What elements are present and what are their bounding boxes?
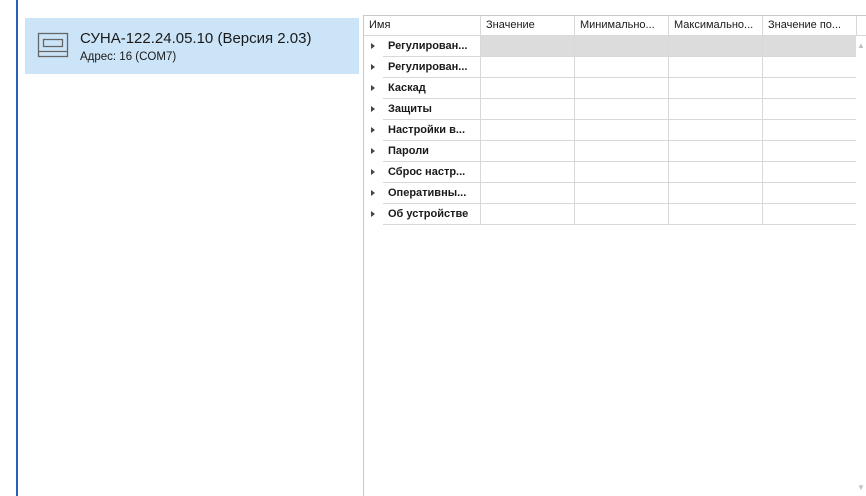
table-row[interactable]: Об устройстве	[364, 204, 866, 225]
row-max	[669, 204, 763, 225]
row-name: Оперативны...	[383, 183, 481, 204]
row-max	[669, 162, 763, 183]
table-row[interactable]: Каскад	[364, 78, 866, 99]
column-header-default[interactable]: Значение по...	[763, 16, 857, 35]
grid-header: Имя Значение Минимально... Максимально..…	[364, 16, 866, 36]
row-value[interactable]	[481, 36, 575, 57]
column-header-min[interactable]: Минимально...	[575, 16, 669, 35]
row-default	[763, 204, 857, 225]
expand-arrow-icon[interactable]	[364, 162, 383, 183]
row-name: Пароли	[383, 141, 481, 162]
row-min	[575, 141, 669, 162]
row-default	[763, 78, 857, 99]
expand-arrow-icon[interactable]	[364, 183, 383, 204]
table-row[interactable]: Регулирован...	[364, 57, 866, 78]
expand-arrow-icon[interactable]	[364, 78, 383, 99]
row-min	[575, 99, 669, 120]
row-name: Об устройстве	[383, 204, 481, 225]
row-name: Защиты	[383, 99, 481, 120]
row-max	[669, 141, 763, 162]
table-row[interactable]: Оперативны...	[364, 183, 866, 204]
row-max	[669, 78, 763, 99]
expand-arrow-icon[interactable]	[364, 99, 383, 120]
row-name: Каскад	[383, 78, 481, 99]
row-min	[575, 204, 669, 225]
app-window: СУНА-122.24.05.10 (Версия 2.03) Адрес: 1…	[0, 0, 866, 496]
device-icon	[37, 29, 69, 61]
table-row[interactable]: Настройки в...	[364, 120, 866, 141]
scroll-down-icon[interactable]: ▼	[857, 484, 865, 492]
expand-arrow-icon[interactable]	[364, 57, 383, 78]
row-min	[575, 36, 669, 57]
table-row[interactable]: Пароли	[364, 141, 866, 162]
row-value[interactable]	[481, 120, 575, 141]
row-max	[669, 36, 763, 57]
device-list-item[interactable]: СУНА-122.24.05.10 (Версия 2.03) Адрес: 1…	[25, 18, 359, 74]
row-min	[575, 78, 669, 99]
scroll-up-icon[interactable]: ▲	[857, 42, 865, 50]
row-name: Регулирован...	[383, 57, 481, 78]
expand-arrow-icon[interactable]	[364, 141, 383, 162]
row-value[interactable]	[481, 204, 575, 225]
row-default	[763, 183, 857, 204]
row-default	[763, 57, 857, 78]
vertical-scrollbar[interactable]: ▲ ▼	[856, 36, 866, 496]
row-default	[763, 99, 857, 120]
row-value[interactable]	[481, 141, 575, 162]
row-value[interactable]	[481, 57, 575, 78]
row-value[interactable]	[481, 183, 575, 204]
table-row[interactable]: Защиты	[364, 99, 866, 120]
column-header-value[interactable]: Значение	[481, 16, 575, 35]
row-max	[669, 57, 763, 78]
expand-arrow-icon[interactable]	[364, 36, 383, 57]
row-max	[669, 99, 763, 120]
row-min	[575, 183, 669, 204]
row-value[interactable]	[481, 162, 575, 183]
grid-body: Регулирован... Регулирован... Каскад Защ…	[364, 36, 866, 225]
row-name: Сброс настр...	[383, 162, 481, 183]
row-min	[575, 120, 669, 141]
parameters-grid: Имя Значение Минимально... Максимально..…	[363, 15, 866, 496]
left-accent-bar	[16, 0, 18, 496]
expand-arrow-icon[interactable]	[364, 120, 383, 141]
row-min	[575, 162, 669, 183]
expand-arrow-icon[interactable]	[364, 204, 383, 225]
table-row[interactable]: Регулирован...	[364, 36, 866, 57]
row-name: Регулирован...	[383, 36, 481, 57]
row-value[interactable]	[481, 99, 575, 120]
row-default	[763, 36, 857, 57]
row-name: Настройки в...	[383, 120, 481, 141]
row-default	[763, 141, 857, 162]
device-title: СУНА-122.24.05.10 (Версия 2.03)	[80, 30, 312, 47]
row-default	[763, 162, 857, 183]
column-header-max[interactable]: Максимально...	[669, 16, 763, 35]
row-default	[763, 120, 857, 141]
device-address: Адрес: 16 (COM7)	[80, 51, 177, 63]
column-header-name[interactable]: Имя	[364, 16, 481, 35]
row-min	[575, 57, 669, 78]
row-max	[669, 120, 763, 141]
row-value[interactable]	[481, 78, 575, 99]
table-row[interactable]: Сброс настр...	[364, 162, 866, 183]
row-max	[669, 183, 763, 204]
